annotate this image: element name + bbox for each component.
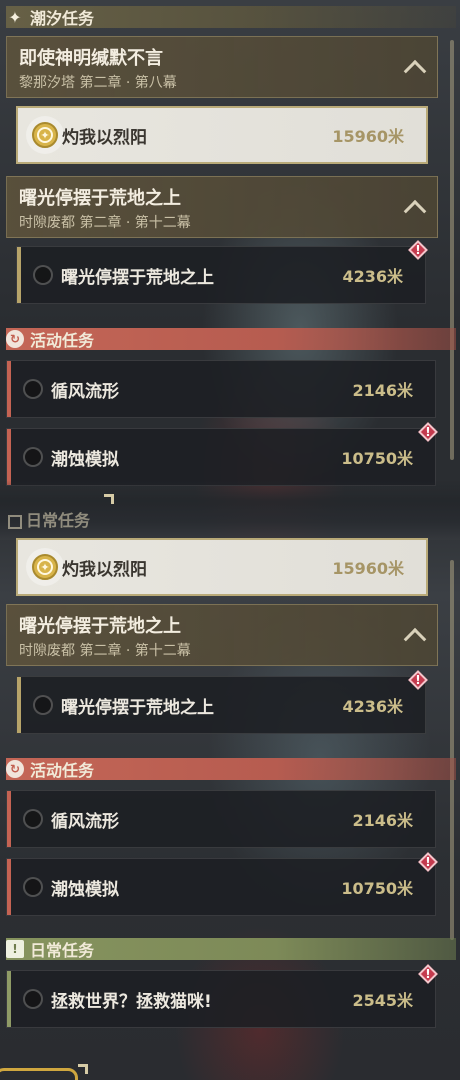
quest-row[interactable]: 曙光停摆于荒地之上 4236米: [16, 246, 426, 304]
chapter-subtitle: 时隙废都 第二章 · 第十二幕: [19, 215, 191, 231]
quest-distance: 10750米: [341, 879, 413, 898]
quest-row[interactable]: 循风流形 2146米: [6, 360, 436, 418]
chevron-up-icon[interactable]: [403, 199, 427, 223]
quest-name: 拯救世界？拯救猫咪!: [51, 991, 212, 1012]
quest-accent-bar: [7, 429, 11, 485]
untracked-circle-icon[interactable]: [23, 379, 43, 399]
warning-icon: !: [408, 240, 428, 260]
quest-distance: 4236米: [342, 267, 403, 286]
sparkle-icon: ✦: [8, 7, 22, 27]
chevron-up-icon[interactable]: [403, 627, 427, 651]
quest-distance: 2146米: [352, 381, 413, 400]
untracked-circle-icon[interactable]: [23, 877, 43, 897]
quest-row-tracked[interactable]: ✦ 灼我以烈阳 15960米: [16, 106, 428, 164]
quest-row[interactable]: 潮蚀模拟 10750米: [6, 428, 436, 486]
quest-accent-bar: [7, 791, 11, 847]
untracked-circle-icon[interactable]: [23, 809, 43, 829]
quest-accent-bar: [17, 247, 21, 303]
chapter-title: 即使神明缄默不言: [19, 48, 163, 69]
quest-distance: 15960米: [332, 559, 404, 578]
chapter-subtitle: 时隙废都 第二章 · 第十二幕: [19, 643, 191, 659]
quest-distance: 15960米: [332, 127, 404, 146]
quest-row[interactable]: 循风流形 2146米: [6, 790, 436, 848]
refresh-icon: ↻: [6, 760, 24, 778]
quest-row[interactable]: 潮蚀模拟 10750米: [6, 858, 436, 916]
quest-row[interactable]: 曙光停摆于荒地之上 4236米: [16, 676, 426, 734]
warning-icon: !: [418, 852, 438, 872]
quest-accent-bar: [17, 677, 21, 733]
warning-icon: !: [408, 670, 428, 690]
quest-name: 曙光停摆于荒地之上: [61, 697, 214, 718]
section-label: 活动任务: [30, 761, 95, 780]
quest-name: 灼我以烈阳: [62, 559, 147, 580]
section-header-daily[interactable]: ! 日常任务: [6, 938, 456, 960]
quest-accent-bar: [7, 361, 11, 417]
untracked-circle-icon[interactable]: [23, 989, 43, 1009]
exclamation-icon: !: [6, 940, 24, 958]
quest-name: 循风流形: [51, 811, 119, 832]
chapter-title: 曙光停摆于荒地之上: [19, 616, 181, 637]
section-label: 活动任务: [30, 331, 95, 350]
untracked-circle-icon[interactable]: [33, 265, 53, 285]
daily-header-partial: 日常任务: [8, 507, 90, 531]
untracked-circle-icon[interactable]: [23, 447, 43, 467]
quest-row-tracked[interactable]: ✦ 灼我以烈阳 15960米: [16, 538, 428, 596]
quest-name: 灼我以烈阳: [62, 127, 147, 148]
frame-corner-marker: [104, 494, 114, 504]
quest-distance: 10750米: [341, 449, 413, 468]
chapter-header[interactable]: 曙光停摆于荒地之上 时隙废都 第二章 · 第十二幕: [6, 604, 438, 666]
chapter-subtitle: 黎那汐塔 第二章 · 第八幕: [19, 75, 177, 91]
quest-distance: 4236米: [342, 697, 403, 716]
chapter-header[interactable]: 即使神明缄默不言 黎那汐塔 第二章 · 第八幕: [6, 36, 438, 98]
refresh-icon: ↻: [6, 330, 24, 348]
quest-accent-bar: [7, 859, 11, 915]
quest-name: 曙光停摆于荒地之上: [61, 267, 214, 288]
quest-accent-bar: [7, 971, 11, 1027]
quest-list-scrollbar[interactable]: [450, 40, 454, 460]
section-label: 日常任务: [30, 941, 95, 960]
warning-icon: !: [418, 964, 438, 984]
tracking-target-icon[interactable]: ✦: [32, 122, 58, 148]
quest-distance: 2146米: [352, 811, 413, 830]
selection-frame: [0, 1068, 78, 1080]
tracking-target-icon[interactable]: ✦: [32, 554, 58, 580]
quest-row[interactable]: 拯救世界？拯救猫咪! 2545米: [6, 970, 436, 1028]
quest-list-scrollbar-lower[interactable]: [450, 560, 454, 940]
chapter-header[interactable]: 曙光停摆于荒地之上 时隙废都 第二章 · 第十二幕: [6, 176, 438, 238]
section-label: 潮汐任务: [30, 9, 95, 28]
warning-icon: !: [418, 422, 438, 442]
section-header-event[interactable]: ↻ 活动任务: [6, 758, 456, 780]
chapter-title: 曙光停摆于荒地之上: [19, 188, 181, 209]
untracked-circle-icon[interactable]: [33, 695, 53, 715]
quest-distance: 2545米: [352, 991, 413, 1010]
chevron-up-icon[interactable]: [403, 59, 427, 83]
quest-name: 潮蚀模拟: [51, 449, 119, 470]
quest-name: 潮蚀模拟: [51, 879, 119, 900]
section-header-tidal[interactable]: ✦ 潮汐任务: [6, 6, 456, 28]
quest-name: 循风流形: [51, 381, 119, 402]
section-header-event[interactable]: ↻ 活动任务: [6, 328, 456, 350]
frame-corner-marker: [78, 1064, 88, 1074]
